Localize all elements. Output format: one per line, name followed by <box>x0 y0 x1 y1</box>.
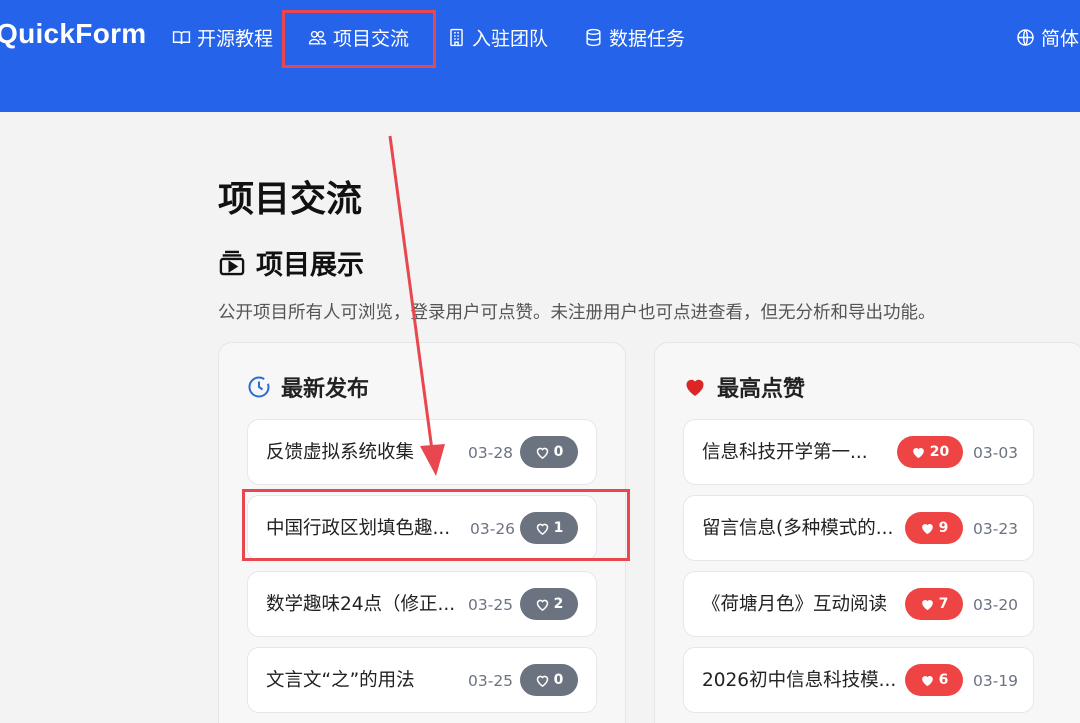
section-description: 公开项目所有人可浏览，登录用户可点赞。未注册用户也可点进查看，但无分析和导出功能… <box>218 303 936 323</box>
nav-open-tutorials[interactable]: 开源教程 <box>172 22 273 52</box>
section-title-text: 项目展示 <box>256 250 364 281</box>
like-button[interactable]: 0 <box>520 664 578 696</box>
like-button[interactable]: 0 <box>520 436 578 468</box>
like-button[interactable]: 20 <box>897 436 963 468</box>
project-title: 《荷塘月色》互动阅读 <box>702 594 888 615</box>
project-date: 03-28 <box>468 444 514 462</box>
like-button[interactable]: 7 <box>905 588 963 620</box>
like-count: 7 <box>938 596 949 612</box>
project-date: 03-03 <box>973 444 1019 462</box>
play-showcase-icon <box>219 250 245 275</box>
like-count: 9 <box>938 520 949 536</box>
project-date: 03-23 <box>973 520 1019 538</box>
latest-heading: 最新发布 <box>247 371 369 403</box>
language-switcher[interactable]: 简体 <box>1016 22 1079 52</box>
annotation-highlight-nav <box>282 10 436 68</box>
project-date: 03-19 <box>973 672 1019 690</box>
project-title: 信息科技开学第一... <box>702 442 868 463</box>
building-icon <box>450 28 463 46</box>
project-date: 03-20 <box>973 596 1019 614</box>
like-button[interactable]: 2 <box>520 588 578 620</box>
heart-icon <box>686 379 704 396</box>
project-title: 文言文“之”的用法 <box>266 670 415 691</box>
section-title: 项目展示 <box>218 243 364 282</box>
heart-icon <box>912 447 924 458</box>
globe-icon <box>1017 28 1034 46</box>
clock-icon <box>248 376 270 398</box>
list-item[interactable]: 2026初中信息科技模... 6 03-19 <box>683 647 1034 713</box>
like-count: 0 <box>553 672 564 688</box>
list-item[interactable]: 《荷塘月色》互动阅读 7 03-20 <box>683 571 1034 637</box>
top-liked-heading: 最高点赞 <box>683 371 805 403</box>
project-title: 留言信息(多种模式的... <box>702 518 894 539</box>
heart-icon <box>921 599 933 610</box>
latest-heading-text: 最新发布 <box>281 377 370 402</box>
annotation-highlight-row <box>242 489 630 561</box>
project-title: 反馈虚拟系统收集 <box>266 442 415 463</box>
list-item[interactable]: 数学趣味24点（修正... 03-25 2 <box>247 571 597 637</box>
heart-icon <box>921 675 933 686</box>
like-count: 2 <box>553 596 564 612</box>
project-title: 数学趣味24点（修正... <box>266 594 456 615</box>
heart-icon <box>536 675 548 687</box>
brand-logo[interactable]: QuickForm <box>0 18 147 50</box>
like-count: 20 <box>929 444 950 460</box>
project-title: 2026初中信息科技模... <box>702 670 897 691</box>
top-navbar: QuickForm 开源教程 项目交流 入驻团队 数据任务 简体 <box>0 0 1080 112</box>
list-item[interactable]: 反馈虚拟系统收集 03-28 0 <box>247 419 597 485</box>
project-date: 03-25 <box>468 596 514 614</box>
nav-label: 数据任务 <box>609 27 686 50</box>
like-count: 0 <box>553 444 564 460</box>
like-button[interactable]: 9 <box>905 512 963 544</box>
like-button[interactable]: 6 <box>905 664 963 696</box>
top-liked-heading-text: 最高点赞 <box>717 377 806 402</box>
list-item[interactable]: 文言文“之”的用法 03-25 0 <box>247 647 597 713</box>
project-date: 03-25 <box>468 672 514 690</box>
nav-label: 入驻团队 <box>472 27 549 50</box>
top-liked-panel: 最高点赞 信息科技开学第一... 20 03-03 留言信息(多种模式的... … <box>654 342 1080 723</box>
list-item[interactable]: 留言信息(多种模式的... 9 03-23 <box>683 495 1034 561</box>
nav-data-tasks[interactable]: 数据任务 <box>584 22 685 52</box>
heart-icon <box>536 447 548 459</box>
list-item[interactable]: 信息科技开学第一... 20 03-03 <box>683 419 1034 485</box>
nav-resident-teams[interactable]: 入驻团队 <box>447 22 548 52</box>
page-title: 项目交流 <box>218 179 363 220</box>
heart-icon <box>536 599 548 611</box>
book-icon <box>172 30 191 44</box>
like-count: 6 <box>938 672 949 688</box>
nav-label: 开源教程 <box>197 27 274 50</box>
language-label: 简体 <box>1041 27 1080 50</box>
database-icon <box>586 28 601 46</box>
heart-icon <box>921 523 933 534</box>
